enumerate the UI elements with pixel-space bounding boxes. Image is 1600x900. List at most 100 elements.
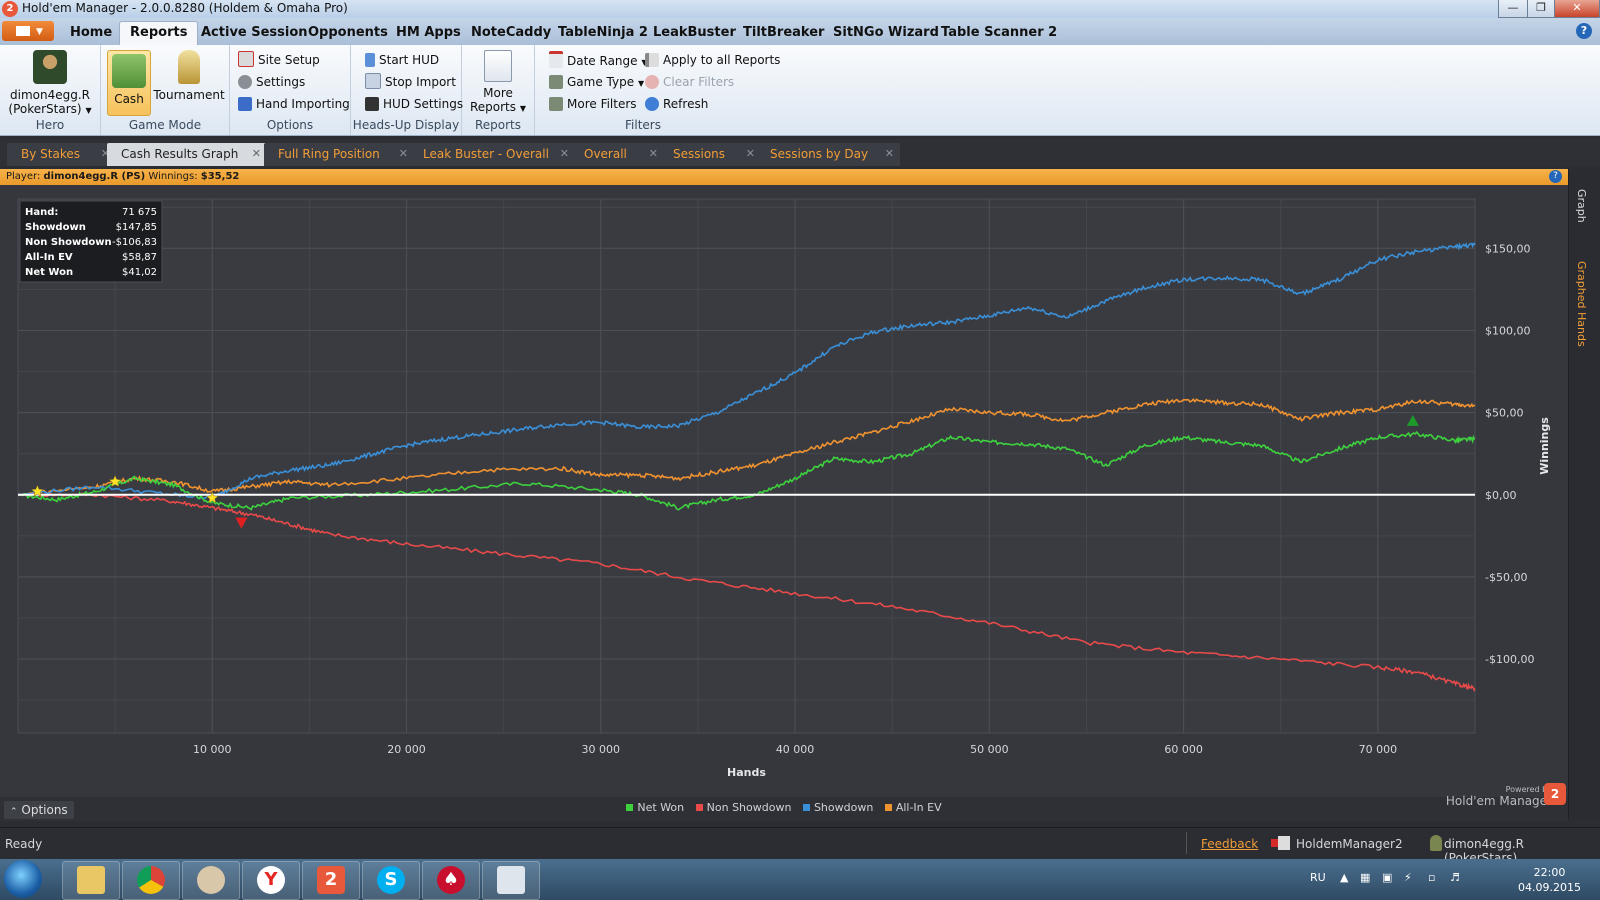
close-tab-icon[interactable]: ✕ bbox=[649, 143, 658, 165]
tab-sessions-by-day[interactable]: Sessions by Day ✕ bbox=[756, 143, 900, 166]
tab-cash-results-graph[interactable]: Cash Results Graph ✕ bbox=[107, 143, 267, 166]
tab-full-ring-position[interactable]: Full Ring Position ✕ bbox=[264, 143, 414, 166]
minimize-icon[interactable]: — bbox=[1498, 0, 1528, 18]
tray-app-icon[interactable]: ▣ bbox=[1382, 871, 1392, 884]
site-setup-button[interactable]: Site Setup bbox=[238, 51, 320, 69]
tab-sessions[interactable]: Sessions ✕ bbox=[659, 143, 761, 166]
close-tab-icon[interactable]: ✕ bbox=[560, 143, 569, 165]
tab-table-scanner[interactable]: Table Scanner 2 bbox=[931, 22, 1067, 45]
y-tick-label: -$100,00 bbox=[1485, 653, 1534, 666]
start-button[interactable] bbox=[4, 860, 42, 898]
app-icon: 2 bbox=[2, 1, 18, 17]
tab-overall[interactable]: Overall ✕ bbox=[570, 143, 664, 166]
feedback-link[interactable]: Feedback bbox=[1201, 837, 1258, 851]
play-icon bbox=[365, 53, 375, 67]
ribbon: dimon4egg.R (PokerStars) ▼ Hero Cash Tou… bbox=[0, 45, 1600, 136]
hud-settings-button[interactable]: HUD Settings bbox=[365, 95, 463, 113]
x-tick-label: 70 000 bbox=[1359, 743, 1398, 756]
tab-cash-results-graph-label: Cash Results Graph bbox=[121, 147, 239, 161]
filter-icon bbox=[549, 97, 563, 111]
start-hud-button[interactable]: Start HUD bbox=[365, 51, 439, 69]
tab-reports[interactable]: Reports bbox=[119, 21, 199, 45]
legend-net-won: Net Won bbox=[626, 801, 684, 814]
refresh-label: Refresh bbox=[663, 97, 709, 111]
tab-by-stakes[interactable]: By Stakes ✕ bbox=[7, 143, 116, 166]
stats-value: $41,02 bbox=[122, 267, 157, 278]
stop-import-button[interactable]: Stop Import bbox=[365, 73, 456, 91]
legend-swatch bbox=[884, 804, 892, 811]
powered-by-brand: Hold'em Manager bbox=[1445, 794, 1552, 808]
language-indicator[interactable]: RU bbox=[1310, 871, 1326, 884]
tray-expand-icon[interactable]: ▲ bbox=[1340, 871, 1348, 884]
tab-hm-apps[interactable]: HM Apps bbox=[386, 22, 471, 45]
taskbar-calculator[interactable] bbox=[482, 861, 540, 900]
cash-button[interactable]: Cash bbox=[107, 50, 151, 116]
y-tick-label: $100,00 bbox=[1485, 324, 1531, 337]
results-graph[interactable]: 10 000 20 000 30 000 40 000 50 000 60 000 70 0… bbox=[0, 185, 1568, 797]
settings-button[interactable]: Settings bbox=[238, 73, 305, 91]
side-tab-graph[interactable]: Graph bbox=[1575, 189, 1588, 223]
tournament-button[interactable]: Tournament bbox=[153, 50, 225, 102]
tab-notecaddy[interactable]: NoteCaddy bbox=[461, 22, 561, 45]
y-tick-label: $0,00 bbox=[1485, 489, 1517, 502]
maximize-icon[interactable]: ❐ bbox=[1527, 0, 1555, 18]
file-menu-button[interactable]: ▼ bbox=[2, 21, 54, 41]
ribbon-group-hero: dimon4egg.R (PokerStars) ▼ Hero bbox=[0, 45, 101, 135]
system-clock[interactable]: 22:00 04.09.2015 bbox=[1518, 865, 1581, 895]
ribbon-group-reports: More Reports ▼ Reports bbox=[462, 45, 535, 135]
taskbar-hm2[interactable]: 2 bbox=[302, 861, 360, 900]
pokerstars-icon: ♠ bbox=[437, 866, 465, 894]
tab-tiltbreaker[interactable]: TiltBreaker bbox=[733, 22, 834, 45]
ribbon-group-filters: Date Range ▼ Game Type ▼ More Filters Ap… bbox=[535, 45, 780, 135]
folder-icon bbox=[77, 866, 105, 894]
close-tab-icon[interactable]: ✕ bbox=[252, 143, 261, 165]
clear-filters-button[interactable]: Clear Filters bbox=[645, 73, 734, 91]
close-tab-icon[interactable]: ✕ bbox=[885, 143, 894, 165]
stats-label: Net Won bbox=[25, 267, 73, 278]
legend-swatch bbox=[802, 804, 810, 811]
status-app: HoldemManager2 bbox=[1296, 837, 1403, 851]
legend-label: All-In EV bbox=[895, 801, 942, 814]
help-icon[interactable]: ? bbox=[1549, 170, 1562, 183]
clock-time: 22:00 bbox=[1533, 866, 1566, 879]
help-icon[interactable]: ? bbox=[1576, 23, 1592, 39]
close-tab-icon[interactable]: ✕ bbox=[746, 143, 755, 165]
taskbar-paint[interactable] bbox=[182, 861, 240, 900]
taskbar-explorer[interactable] bbox=[62, 861, 120, 900]
game-type-button[interactable]: Game Type ▼ bbox=[549, 73, 644, 91]
tab-home[interactable]: Home bbox=[60, 22, 122, 45]
date-range-button[interactable]: Date Range ▼ bbox=[549, 51, 648, 69]
legend-swatch bbox=[695, 804, 703, 811]
taskbar-chrome[interactable] bbox=[122, 861, 180, 900]
taskbar-skype[interactable]: S bbox=[362, 861, 420, 900]
more-reports-button[interactable]: More Reports ▼ bbox=[468, 50, 528, 114]
side-tab-graphed-hands[interactable]: Graphed Hands bbox=[1575, 261, 1588, 347]
apply-all-label: Apply to all Reports bbox=[663, 53, 781, 67]
tab-tableninja[interactable]: TableNinja 2 bbox=[548, 22, 658, 45]
tab-opponents[interactable]: Opponents bbox=[298, 22, 398, 45]
player-info-bar: Player: dimon4egg.R (PS) Winnings: $35,5… bbox=[0, 169, 1568, 185]
volume-icon[interactable]: ♬ bbox=[1450, 871, 1460, 884]
close-icon[interactable]: ✕ bbox=[1554, 0, 1600, 18]
ribbon-group-game-mode: Cash Tournament Game Mode bbox=[101, 45, 230, 135]
network-icon[interactable]: ▫ bbox=[1428, 871, 1435, 884]
refresh-button[interactable]: Refresh bbox=[645, 95, 708, 113]
tray-plug-icon[interactable]: ⚡ bbox=[1404, 871, 1412, 884]
start-hud-label: Start HUD bbox=[379, 53, 440, 67]
chart-legend: Net Won Non Showdown Showdown All-In EV bbox=[0, 801, 1568, 814]
hero-selector-button[interactable]: dimon4egg.R (PokerStars) ▼ bbox=[8, 50, 92, 116]
taskbar-yandex[interactable]: Y bbox=[242, 861, 300, 900]
more-filters-button[interactable]: More Filters bbox=[549, 95, 637, 113]
cash-label: Cash bbox=[114, 92, 144, 106]
hand-importing-button[interactable]: Hand Importing bbox=[238, 95, 350, 113]
taskbar-pokerstars[interactable]: ♠ bbox=[422, 861, 480, 900]
tournament-label: Tournament bbox=[153, 88, 225, 102]
tab-leakbuster[interactable]: LeakBuster bbox=[643, 22, 746, 45]
close-tab-icon[interactable]: ✕ bbox=[399, 143, 408, 165]
tray-windows-icon[interactable]: ▦ bbox=[1360, 871, 1370, 884]
menu-bar: ▼ Home Reports Active Session Opponents … bbox=[0, 18, 1600, 45]
tab-leak-buster-overall[interactable]: Leak Buster - Overall ✕ bbox=[409, 143, 575, 166]
report-tabs: By Stakes ✕ Cash Results Graph ✕ Full Ring… bbox=[0, 139, 1600, 166]
apply-all-reports-button[interactable]: Apply to all Reports bbox=[645, 51, 780, 69]
legend-swatch bbox=[626, 804, 634, 811]
